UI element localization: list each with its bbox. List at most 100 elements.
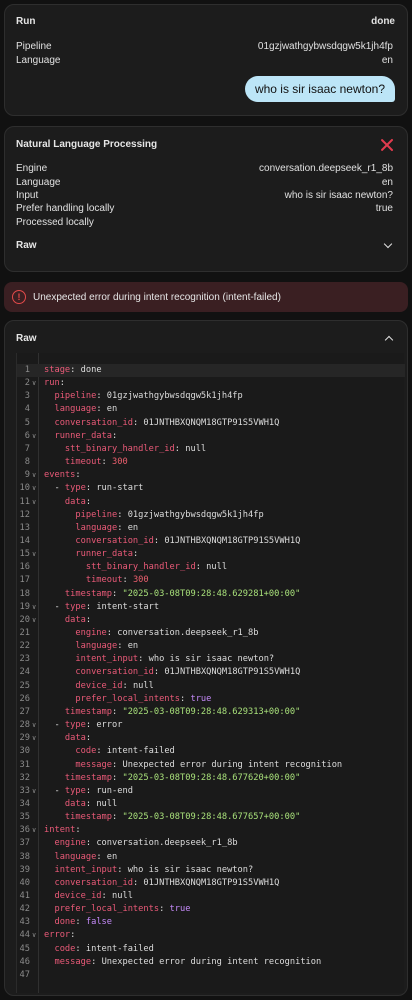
code-text: language: en — [75, 641, 139, 652]
run-row-key: Pipeline — [16, 41, 52, 52]
code-text: device_id: null — [54, 891, 133, 901]
raw-card-header[interactable]: Raw — [5, 321, 407, 353]
code-text: data: — [64, 614, 92, 625]
error-x-icon — [380, 138, 394, 152]
line-number: 31 — [19, 759, 30, 770]
fold-chevron-icon[interactable]: ∨ — [32, 732, 36, 745]
code-editor[interactable]: 1 stage: done 2 ∨ run: 3 pipeline: 01gzjwathg… — [16, 353, 405, 993]
line-number: 38 — [19, 851, 30, 862]
nlp-row-key: Processed locally — [16, 217, 94, 228]
line-number: 16 — [19, 562, 30, 573]
code-text: timestamp: "2025-03-08T09:28:48.629313+0… — [64, 706, 301, 717]
code-line: 35 timestamp: "2025-03-08T09:28:48.67765… — [17, 811, 405, 824]
run-row-language: Language en — [16, 54, 393, 67]
line-number: 7 — [24, 443, 30, 454]
code-text: conversation_id: 01JNTHBXQNQM18GTP91S5VW… — [54, 417, 280, 428]
line-number: 39 — [19, 864, 30, 875]
run-card: Run done Pipeline 01gzjwathgybwsdqgw5k1j… — [4, 4, 408, 116]
line-number: 36 — [19, 825, 30, 836]
nlp-row-key: Language — [16, 177, 61, 188]
line-number: 10 — [19, 483, 30, 494]
fold-chevron-icon[interactable]: ∨ — [32, 377, 36, 390]
line-number: 33 — [19, 785, 30, 796]
line-number: 40 — [19, 877, 30, 888]
fold-chevron-icon[interactable]: ∨ — [32, 719, 36, 732]
code-text: conversation_id: 01JNTHBXQNQM18GTP91S5VW… — [75, 667, 301, 678]
line-number: 37 — [19, 838, 30, 849]
fold-chevron-icon[interactable]: ∨ — [32, 469, 36, 482]
line-number: 3 — [24, 391, 30, 402]
nlp-row-key: Engine — [16, 163, 48, 174]
code-text: - type: intent-start — [44, 601, 160, 612]
fold-chevron-icon[interactable]: ∨ — [32, 601, 36, 614]
fold-chevron-icon[interactable]: ∨ — [32, 614, 36, 627]
code-line: 17 timeout: 300 — [17, 574, 405, 587]
line-number: 9 — [24, 470, 30, 481]
fold-chevron-icon[interactable]: ∨ — [32, 430, 36, 443]
code-line: 26 prefer_local_intents: true — [17, 693, 405, 706]
line-number: 1 — [24, 365, 30, 375]
fold-chevron-icon[interactable]: ∨ — [32, 824, 36, 837]
code-line: 21 engine: conversation.deepseek_r1_8b — [17, 627, 405, 640]
code-text: runner_data: — [54, 430, 118, 441]
fold-chevron-icon[interactable]: ∨ — [32, 548, 36, 561]
nlp-row-key: Input — [16, 190, 39, 201]
line-number: 42 — [19, 904, 30, 915]
code-line: 43 done: false — [17, 916, 405, 929]
code-line: 16 stt_binary_handler_id: null — [17, 561, 405, 574]
run-status: done — [371, 16, 395, 27]
code-text: language: en — [54, 851, 118, 862]
line-number: 46 — [19, 956, 30, 967]
code-line: 34 data: null — [17, 798, 405, 811]
fold-chevron-icon[interactable]: ∨ — [32, 929, 36, 942]
code-line: 4 language: en — [17, 403, 405, 416]
code-text: prefer_local_intents: true — [75, 693, 212, 704]
fold-chevron-icon[interactable]: ∨ — [32, 496, 36, 509]
line-number: 13 — [19, 522, 30, 533]
line-number: 11 — [19, 496, 30, 507]
code-text: error: — [44, 930, 76, 941]
raw-card-title: Raw — [16, 333, 37, 344]
line-number: 47 — [19, 969, 30, 980]
code-line: 36 ∨ intent: — [17, 824, 405, 837]
code-text: timestamp: "2025-03-08T09:28:48.677620+0… — [64, 772, 301, 783]
code-text: timeout: 300 — [64, 457, 128, 468]
run-card-title: Run — [16, 16, 36, 27]
code-line: 11 ∨ data: — [17, 496, 405, 509]
nlp-raw-toggle[interactable]: Raw — [5, 235, 407, 257]
code-text: intent_input: who is sir isaac newton? — [75, 654, 275, 665]
code-line: 29 ∨ data: — [17, 732, 405, 745]
code-text: data: null — [64, 798, 118, 809]
line-number: 12 — [19, 509, 30, 520]
code-line: 33 ∨ - type: run-end — [17, 785, 405, 798]
line-number: 29 — [19, 733, 30, 744]
code-text: - type: run-end — [44, 785, 133, 796]
code-line: 45 code: intent-failed — [17, 943, 405, 956]
code-line: 5 conversation_id: 01JNTHBXQNQM18GTP91S5… — [17, 417, 405, 430]
nlp-row-prefer-local: Prefer handling locally true — [16, 202, 393, 215]
code-line: 15 ∨ runner_data: — [17, 548, 405, 561]
nlp-row-value: who is sir isaac newton? — [284, 190, 393, 201]
fold-chevron-icon[interactable]: ∨ — [32, 482, 36, 495]
nlp-card: Natural Language Processing Engine conve… — [4, 126, 408, 272]
nlp-raw-label: Raw — [16, 240, 37, 251]
code-line: 3 pipeline: 01gzjwathgybwsdqgw5k1jh4fp — [17, 390, 405, 403]
code-text: language: en — [54, 404, 118, 415]
code-text: data: — [64, 496, 92, 507]
code-text: message: Unexpected error during intent … — [75, 759, 343, 770]
line-number: 26 — [19, 693, 30, 704]
line-number: 43 — [19, 917, 30, 928]
line-number: 17 — [19, 575, 30, 586]
code-line: 37 engine: conversation.deepseek_r1_8b — [17, 837, 405, 850]
code-text: stt_binary_handler_id: null — [64, 443, 207, 454]
line-number: 22 — [19, 641, 30, 652]
code-text: language: en — [75, 522, 139, 533]
run-row-value: 01gzjwathgybwsdqgw5k1jh4fp — [257, 41, 393, 52]
fold-chevron-icon[interactable]: ∨ — [32, 785, 36, 798]
code-line: 10 ∨ - type: run-start — [17, 482, 405, 495]
code-line: 1 stage: done — [17, 364, 405, 377]
nlp-row-value: true — [375, 203, 393, 214]
run-row-value: en — [381, 55, 393, 66]
line-number: 35 — [19, 812, 30, 823]
nlp-row-processed-local: Processed locally — [16, 216, 393, 229]
